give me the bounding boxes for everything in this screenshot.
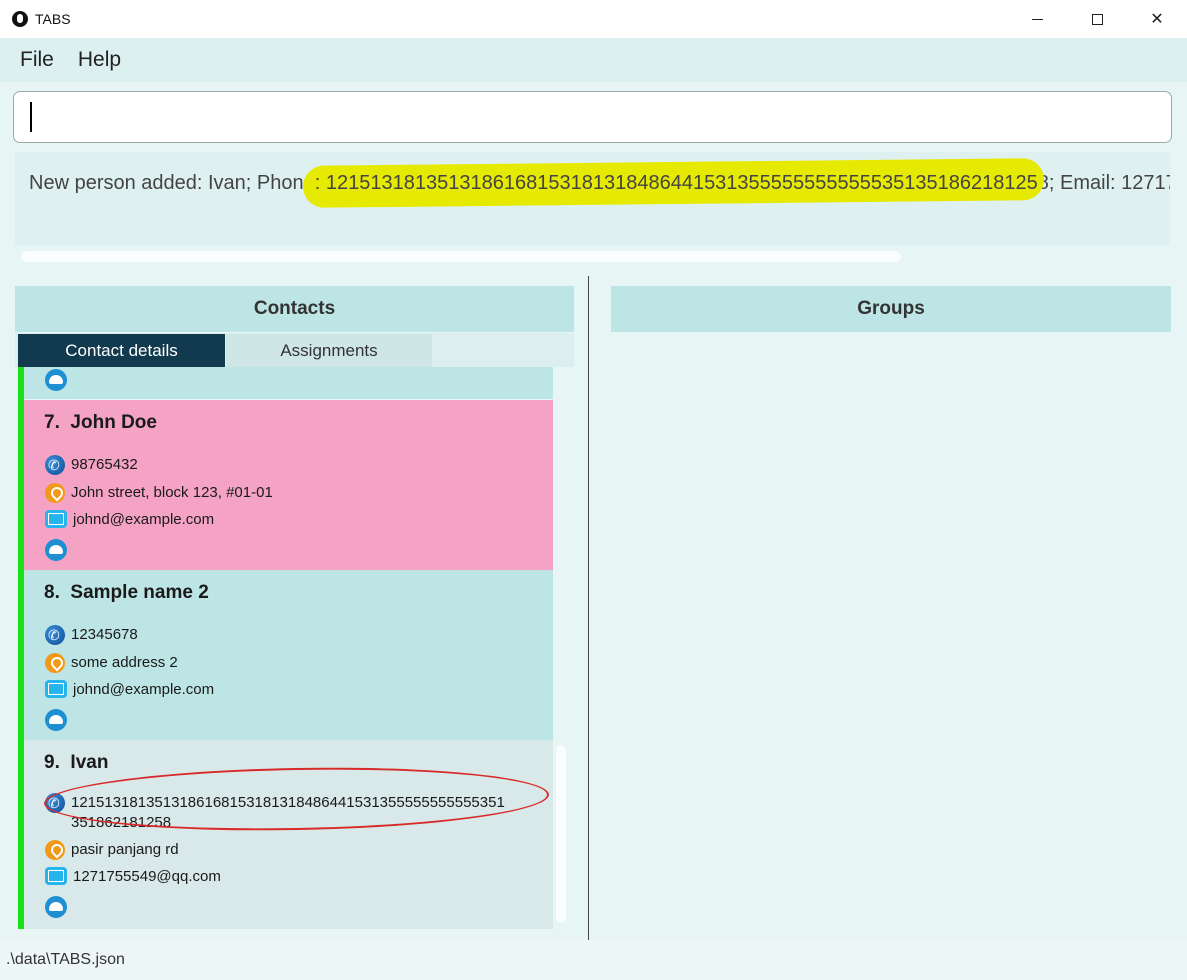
highlighted-phone: : 12151318135131861681531813184864415313… — [314, 172, 1038, 194]
tag-bar — [18, 367, 24, 929]
text-caret — [30, 102, 32, 132]
list-item[interactable]: 8. Sample name 2 12345678 some address 2… — [18, 570, 553, 740]
command-input[interactable] — [13, 91, 1172, 143]
contact-name: 8. Sample name 2 — [44, 582, 209, 603]
contact-email: 1271755549@qq.com — [73, 868, 221, 885]
contact-phone: 1215131813513186168153181318486441531355… — [71, 794, 505, 831]
window-controls: ✕ — [1007, 0, 1187, 38]
contact-email: johnd@example.com — [73, 511, 215, 528]
result-message: New person added: Ivan; Phone: 121513181… — [29, 172, 1170, 195]
group-icon — [45, 709, 67, 731]
contact-name: 7. John Doe — [44, 412, 157, 433]
contact-phone: 12345678 — [71, 626, 138, 643]
list-item[interactable]: 7. John Doe 98765432 John street, block … — [18, 400, 553, 570]
contact-address: pasir panjang rd — [71, 841, 179, 858]
contact-email: johnd@example.com — [73, 681, 215, 698]
result-prefix: New person added: Ivan; Phone — [29, 172, 315, 194]
tab-contact-details[interactable]: Contact details — [18, 334, 225, 367]
status-bar: .\data\TABS.json — [0, 940, 1187, 980]
result-display: New person added: Ivan; Phone: 121513181… — [15, 152, 1170, 246]
group-icon — [45, 896, 67, 918]
tab-assignments[interactable]: Assignments — [226, 334, 432, 367]
window-title: TABS — [35, 11, 71, 27]
contact-phone: 98765432 — [71, 456, 138, 473]
list-vertical-scrollbar[interactable] — [556, 745, 566, 923]
menu-help[interactable]: Help — [78, 48, 121, 72]
phone-icon — [45, 625, 65, 645]
contact-address: John street, block 123, #01-01 — [71, 484, 273, 501]
data-file-path: .\data\TABS.json — [6, 951, 125, 968]
list-item[interactable]: 9. Ivan 12151318135131861681531813184864… — [18, 740, 553, 929]
result-horizontal-scrollbar[interactable] — [21, 251, 901, 262]
contact-list[interactable]: 7. John Doe 98765432 John street, block … — [18, 367, 574, 929]
pin-icon — [45, 483, 65, 503]
maximize-button[interactable] — [1067, 0, 1127, 38]
minimize-icon — [1031, 18, 1043, 20]
close-button[interactable]: ✕ — [1127, 0, 1187, 38]
list-item[interactable] — [18, 367, 553, 399]
mail-icon — [45, 510, 67, 528]
phone-icon — [45, 793, 65, 813]
contacts-header: Contacts — [15, 286, 574, 332]
tabs-app-icon — [12, 11, 28, 27]
contact-tabs: Contact details Assignments — [15, 333, 574, 367]
group-icon — [45, 369, 67, 391]
minimize-button[interactable] — [1007, 0, 1067, 38]
groups-header: Groups — [611, 286, 1171, 332]
phone-icon — [45, 455, 65, 475]
mail-icon — [45, 680, 67, 698]
pin-icon — [45, 840, 65, 860]
menu-bar: File Help — [0, 38, 1187, 82]
panel-divider[interactable] — [588, 276, 589, 940]
contact-address: some address 2 — [71, 654, 178, 671]
maximize-icon — [1091, 13, 1103, 25]
result-suffix: 8; Email: 1271755549 — [1037, 172, 1170, 194]
pin-icon — [45, 653, 65, 673]
menu-file[interactable]: File — [20, 48, 54, 72]
contact-name: 9. Ivan — [44, 752, 109, 773]
title-bar: TABS ✕ — [0, 0, 1187, 38]
close-icon: ✕ — [1150, 11, 1164, 28]
mail-icon — [45, 867, 67, 885]
group-icon — [45, 539, 67, 561]
